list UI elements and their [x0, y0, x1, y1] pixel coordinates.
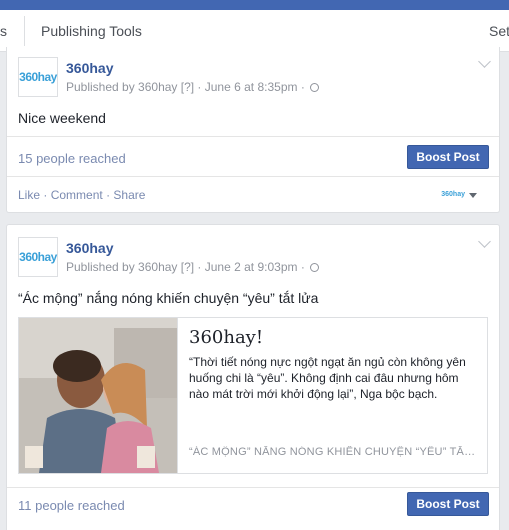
page-tabs-bar: s Publishing Tools Set — [0, 10, 509, 52]
post-text: “Ác mộng” nắng nóng khiến chuyện “yêu” t… — [18, 290, 319, 306]
page-name-link[interactable]: 360hay — [66, 60, 113, 76]
post-text: Nice weekend — [18, 110, 106, 126]
boost-post-button[interactable]: Boost Post — [407, 492, 489, 516]
post-meta: Published by 360hay [?] · June 6 at 8:35… — [66, 80, 320, 94]
post-meta-text: Published by 360hay [?] · June 2 at 9:03… — [66, 260, 305, 274]
avatar-logo: 360hay — [19, 70, 57, 84]
link-description: “Thời tiết nóng nực ngột ngạt ăn ngủ còn… — [189, 355, 466, 401]
tab-previous[interactable]: s — [0, 10, 7, 52]
page-name-link[interactable]: 360hay — [66, 240, 113, 256]
acting-as-avatar[interactable]: 360hay — [441, 191, 465, 198]
reach-count[interactable]: 11 people reached — [18, 498, 125, 513]
separator: · — [106, 188, 111, 202]
post-meta: Published by 360hay [?] · June 2 at 9:03… — [66, 260, 320, 274]
link-preview-body[interactable]: 360hay! “Thời tiết nóng nực ngột ngạt ăn… — [177, 318, 487, 473]
link-title[interactable]: 360hay! — [189, 327, 263, 348]
post-card: 360hay 360hay Published by 360hay [?] · … — [6, 47, 500, 213]
post-actions: Like · Comment · Share — [18, 188, 145, 202]
avatar[interactable]: 360hay — [18, 57, 58, 97]
post-card: 360hay 360hay Published by 360hay [?] · … — [6, 224, 500, 530]
share-link[interactable]: Share — [113, 188, 145, 202]
reach-count[interactable]: 15 people reached — [18, 151, 126, 166]
avatar[interactable]: 360hay — [18, 237, 58, 277]
link-preview-image[interactable] — [19, 318, 177, 473]
separator: · — [43, 188, 48, 202]
tab-publishing-tools[interactable]: Publishing Tools — [41, 10, 142, 52]
caret-down-icon[interactable] — [469, 193, 477, 198]
link-preview-card[interactable]: 360hay! “Thời tiết nóng nực ngột ngạt ăn… — [18, 317, 488, 474]
post-meta-text: Published by 360hay [?] · June 6 at 8:35… — [66, 80, 305, 94]
avatar-logo: 360hay — [19, 250, 57, 264]
globe-icon — [310, 83, 320, 92]
tab-divider — [24, 16, 25, 46]
couple-photo — [19, 318, 177, 473]
divider — [7, 176, 499, 177]
chevron-down-icon[interactable] — [478, 55, 491, 68]
divider — [7, 487, 499, 488]
comment-link[interactable]: Comment — [51, 188, 103, 202]
like-link[interactable]: Like — [18, 188, 40, 202]
boost-post-button[interactable]: Boost Post — [407, 145, 489, 169]
globe-icon — [310, 263, 320, 272]
tab-settings[interactable]: Set — [489, 10, 509, 52]
chevron-down-icon[interactable] — [478, 235, 491, 248]
link-caption: “ÁC MỘNG” NẮNG NÓNG KHIẾN CHUYỆN “YÊU” T… — [189, 446, 481, 458]
divider — [7, 136, 499, 137]
top-blue-bar — [0, 0, 509, 10]
